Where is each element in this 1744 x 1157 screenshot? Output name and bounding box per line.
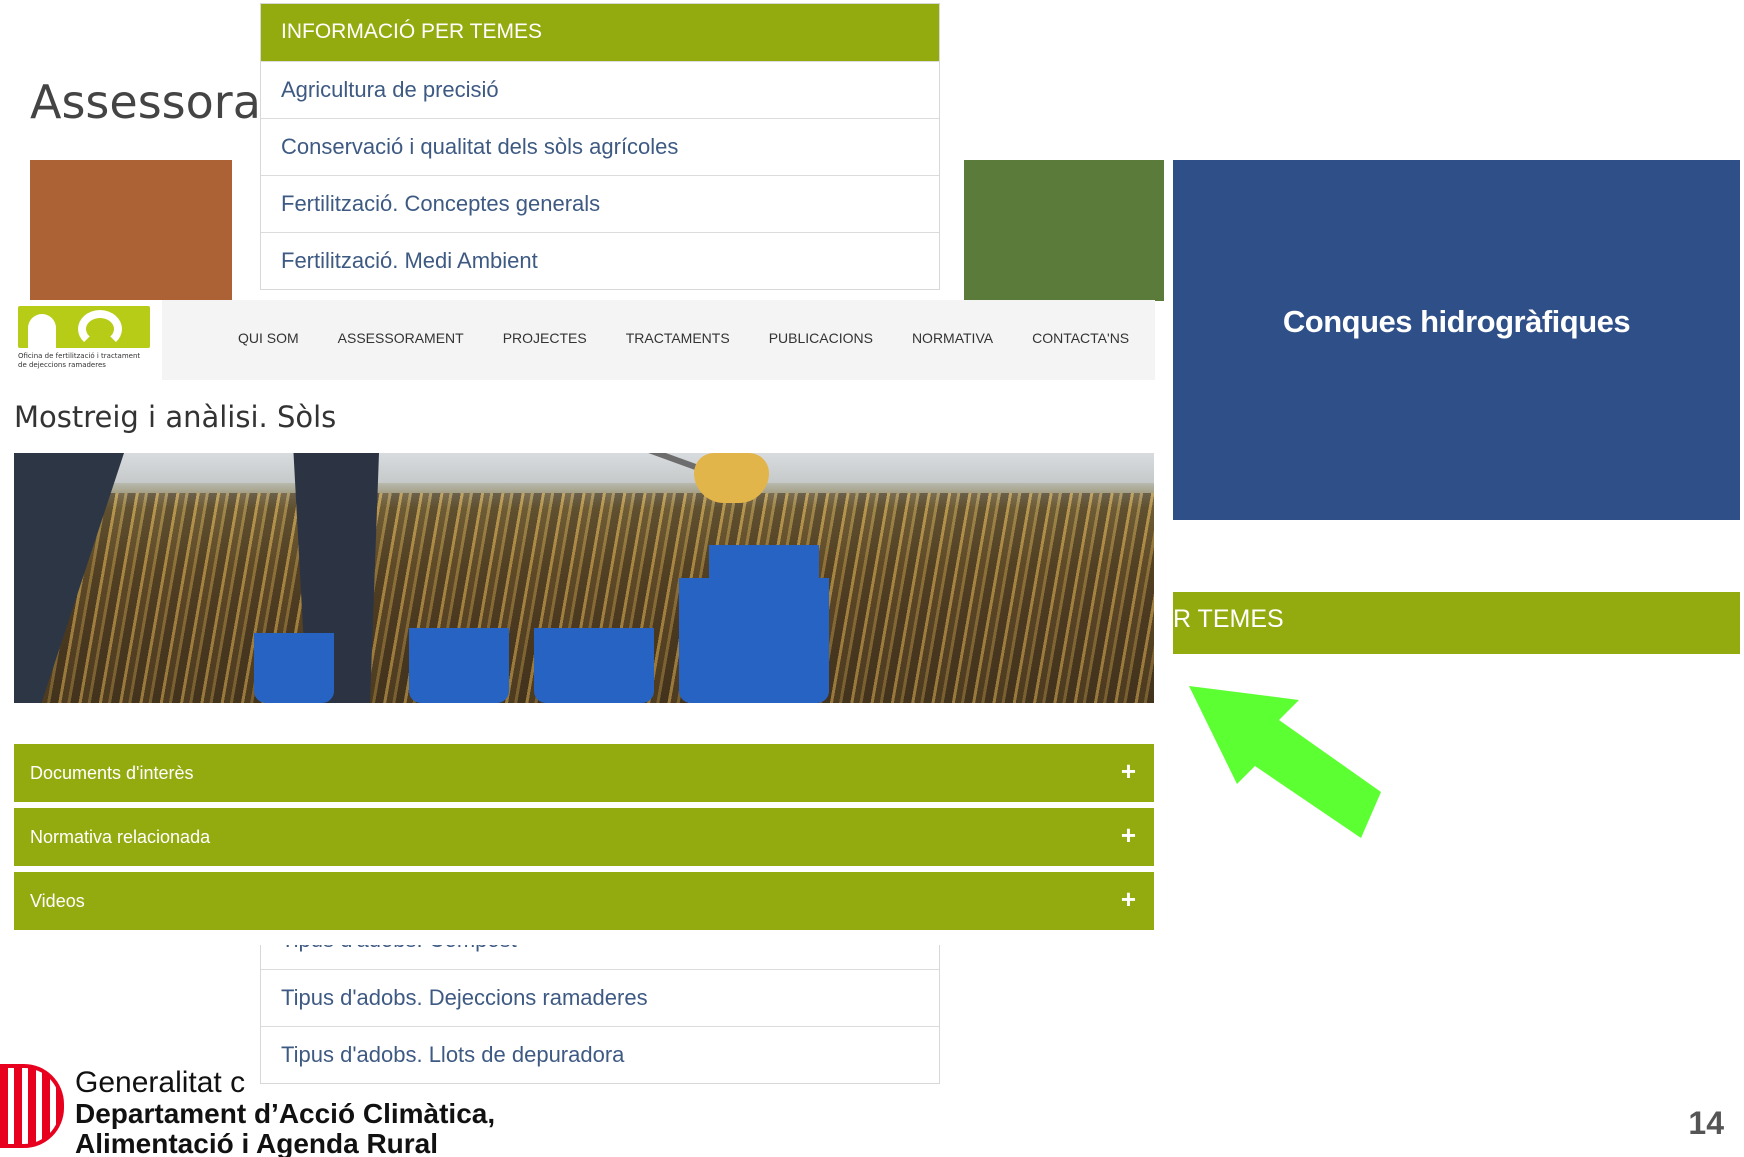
plus-icon[interactable]: + [1121, 756, 1136, 787]
topic-item-conservacio[interactable]: Conservació i qualitat dels sòls agrícol… [261, 118, 939, 175]
topics-header[interactable]: INFORMACIÓ PER TEMES [261, 4, 939, 61]
accordion-label: Normativa relacionada [30, 827, 211, 847]
topics-panel: INFORMACIÓ PER TEMES Agricultura de prec… [260, 3, 940, 290]
page-number: 14 [1688, 1105, 1724, 1141]
tile-label: Conques hidrogràfiques [1282, 304, 1631, 339]
accordion-videos[interactable]: Videos + [14, 872, 1154, 930]
nav-projectes[interactable]: PROJECTES [503, 330, 587, 346]
orange-tile[interactable] [30, 160, 232, 301]
nav-qui-som[interactable]: QUI SOM [238, 330, 299, 346]
topic-item-dejeccions[interactable]: Tipus d'adobs. Dejeccions ramaderes [261, 969, 939, 1026]
gencat-line-3: Alimentació i Agenda Rural [75, 1128, 439, 1157]
nav-tractaments[interactable]: TRACTAMENTS [626, 330, 730, 346]
nav-menu: QUI SOM ASSESSORAMENT PROJECTES TRACTAME… [238, 330, 1168, 346]
site-logo[interactable]: Oficina de fertilització i tractament de… [0, 300, 162, 380]
plus-icon[interactable]: + [1121, 884, 1136, 915]
topics-bar-partial[interactable]: R TEMES [1173, 592, 1740, 654]
hero-image [14, 453, 1154, 703]
senyera-icon [0, 1064, 64, 1148]
nav-normativa[interactable]: NORMATIVA [912, 330, 993, 346]
green-tile[interactable] [964, 160, 1164, 301]
logo-text: Oficina de fertilització i tractament de… [18, 352, 141, 369]
gencat-line-1: Generalitat c [75, 1066, 246, 1099]
page-title: Mostreig i anàlisi. Sòls [14, 400, 337, 434]
topic-item-fertilitzacio-medi[interactable]: Fertilització. Medi Ambient [261, 232, 939, 289]
arrow-icon [1189, 686, 1381, 838]
plus-icon[interactable]: + [1121, 820, 1136, 851]
topics-bar-label: R TEMES [1173, 605, 1284, 633]
nav-assessorament[interactable]: ASSESSORAMENT [338, 330, 464, 346]
nav-contactans[interactable]: CONTACTA'NS [1032, 330, 1129, 346]
website-screenshot: Oficina de fertilització i tractament de… [0, 300, 1155, 940]
accordion-label: Documents d'interès [30, 763, 194, 783]
gencat-line-2: Departament d’Acció Climàtica, [75, 1098, 496, 1129]
accordion-documents[interactable]: Documents d'interès + [14, 744, 1154, 802]
topic-item-fertilitzacio-conceptes[interactable]: Fertilització. Conceptes generals [261, 175, 939, 232]
navbar: Oficina de fertilització i tractament de… [0, 300, 1155, 380]
accordion-normativa[interactable]: Normativa relacionada + [14, 808, 1154, 866]
generalitat-logo: Generalitat c Departament d’Acció Climàt… [0, 1050, 560, 1157]
nav-publicacions[interactable]: PUBLICACIONS [769, 330, 873, 346]
logo-mark-icon [18, 306, 150, 348]
accordion-label: Videos [30, 891, 85, 911]
conques-hidrografiques-tile[interactable]: Conques hidrogràfiques [1173, 160, 1740, 520]
topic-item-compost[interactable]: Tipus d'adobs. Compost [261, 945, 939, 969]
slide-title: Assessora [30, 75, 261, 129]
topic-item-agricultura[interactable]: Agricultura de precisió [261, 61, 939, 118]
